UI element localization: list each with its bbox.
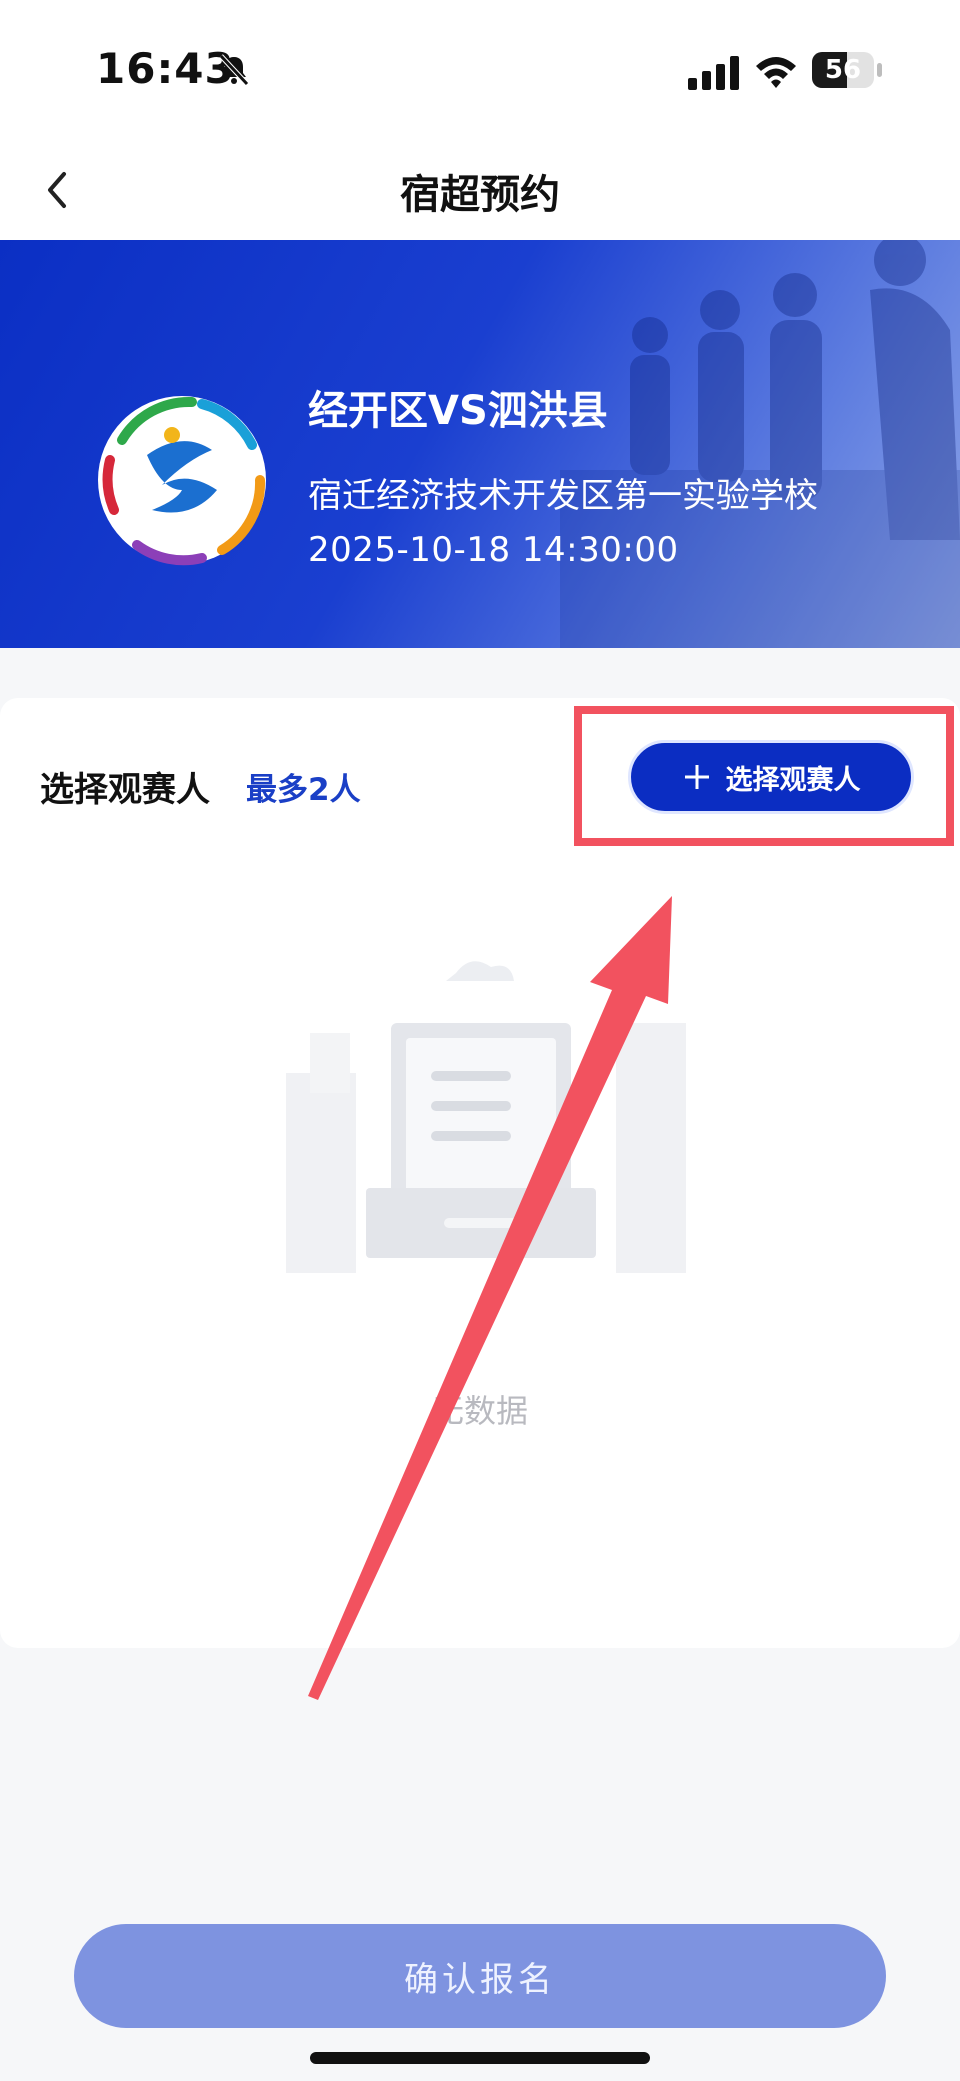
spectator-limit: 最多2人 [246,772,361,808]
battery-icon: 56 [812,52,882,88]
bell-slash-icon [219,54,249,86]
match-venue: 宿迁经济技术开发区第一实验学校 [308,476,818,516]
wifi-icon [756,57,796,88]
league-logo [98,396,266,566]
home-indicator [310,2052,650,2064]
signal-icon [688,56,739,90]
battery-level: 56 [824,55,862,85]
status-bar: 16:43 56 [0,0,960,140]
empty-state-illustration [286,961,686,1273]
runners-silhouette-image [560,240,960,648]
section-title: 选择观赛人 [40,770,210,810]
match-title: 经开区VS泗洪县 [308,388,608,434]
match-banner: 经开区VS泗洪县 宿迁经济技术开发区第一实验学校 2025-10-18 14:3… [0,240,960,648]
match-datetime: 2025-10-18 14:30:00 [308,530,679,570]
status-time: 16:43 [96,44,235,93]
spectator-card: 选择观赛人 最多2人 选择观赛人 无数据 [0,698,960,1648]
empty-state-text: 无数据 [431,1392,528,1430]
nav-bar: 宿超预约 [0,140,960,240]
confirm-registration-button[interactable]: 确认报名 [74,1924,886,2028]
annotation-highlight-box [574,706,954,846]
page-title: 宿超预约 [400,172,560,218]
